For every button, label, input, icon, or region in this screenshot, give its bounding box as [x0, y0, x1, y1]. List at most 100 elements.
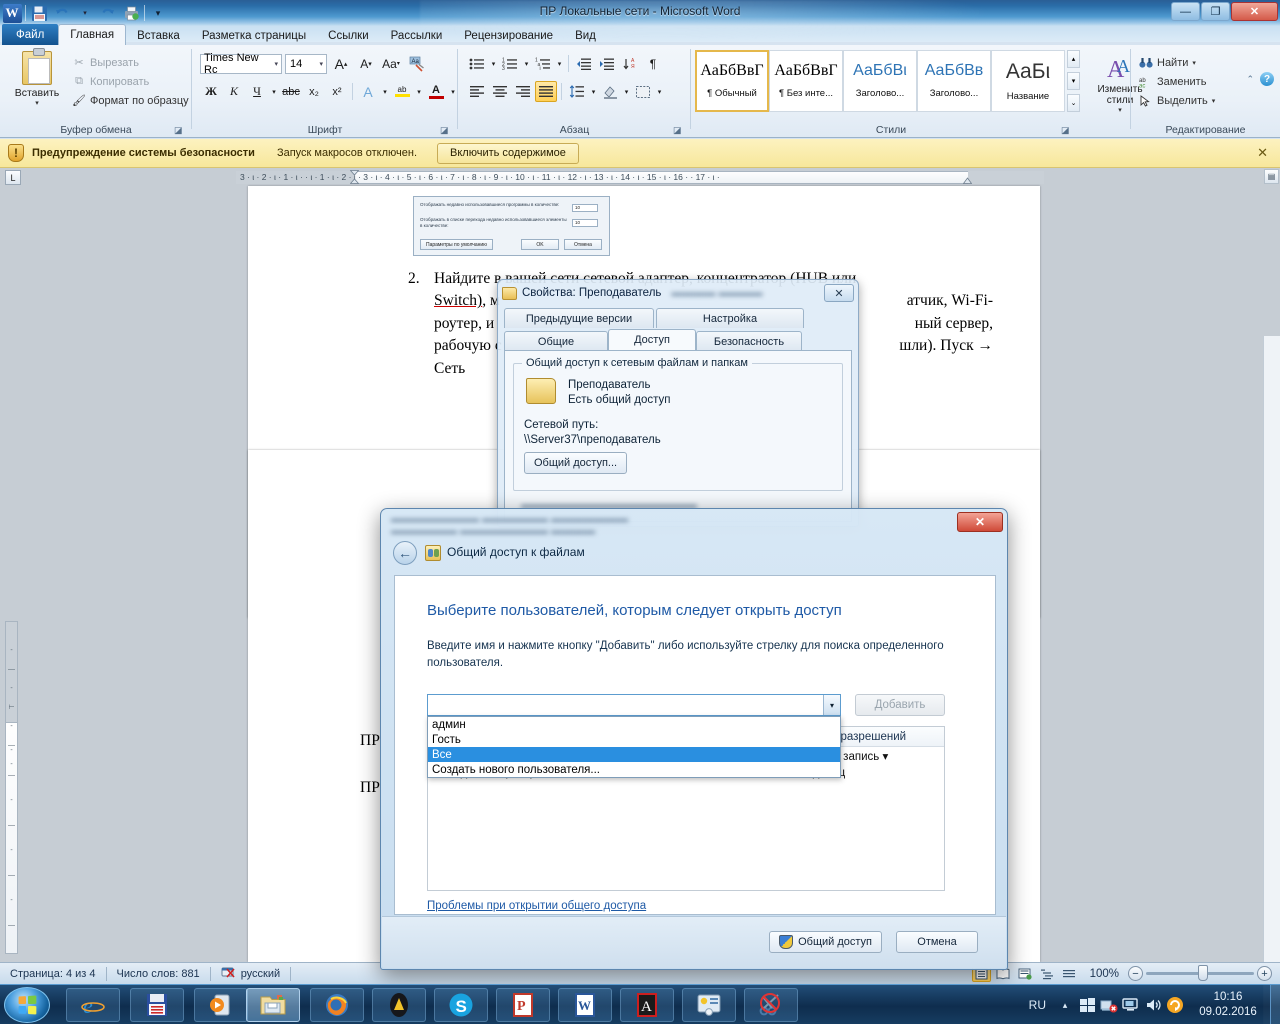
style-item-heading-2[interactable]: АаБбВв Заголово... [917, 50, 991, 112]
line-spacing-dropdown-icon[interactable]: ▾ [589, 81, 598, 102]
align-center-icon[interactable] [489, 81, 511, 102]
volume-icon[interactable] [1142, 994, 1164, 1016]
style-item-title[interactable]: АаБι Название [991, 50, 1065, 112]
underline-button[interactable]: Ч [246, 81, 268, 102]
zoom-in-button[interactable]: + [1257, 966, 1272, 981]
align-right-icon[interactable] [512, 81, 534, 102]
taskbar-item-media-player[interactable] [194, 988, 248, 1022]
zoom-slider[interactable] [1146, 965, 1254, 981]
grow-font-button[interactable]: A ▴ [330, 53, 352, 74]
style-item-heading-1[interactable]: АаБбВι Заголово... [843, 50, 917, 112]
underline-dropdown-icon[interactable]: ▾ [269, 81, 279, 102]
format-painter-button[interactable]: 🖌 Формат по образцу [72, 91, 189, 110]
taskbar-item-settings-app[interactable] [682, 988, 736, 1022]
paste-button[interactable]: Вставить ▾ [14, 48, 60, 107]
font-color-button[interactable]: A [425, 81, 447, 102]
sort-icon[interactable]: АЯ [619, 53, 641, 74]
find-button[interactable]: Найти ▾ [1139, 53, 1215, 72]
styles-more-icon[interactable]: ⌄ [1067, 94, 1080, 112]
close-button[interactable]: ✕ [1231, 2, 1278, 21]
bullet-list-icon[interactable] [466, 53, 488, 74]
language-indicator[interactable]: RU [1021, 998, 1054, 1012]
window-controls[interactable]: — ❐ ✕ [1171, 2, 1278, 21]
ribbon-tabs[interactable]: Файл Главная Вставка Разметка страницы С… [0, 24, 1280, 45]
page-indicator[interactable]: Страница: 4 из 4 [0, 963, 106, 985]
clipboard-dialog-launcher[interactable]: ◪ [174, 125, 184, 135]
first-line-indent-marker[interactable] [349, 170, 360, 184]
add-user-button[interactable]: Добавить [855, 694, 945, 716]
chevron-down-icon[interactable]: ▾ [823, 695, 840, 715]
zoom-out-button[interactable]: − [1128, 966, 1143, 981]
font-size-arrow-icon[interactable]: ▾ [319, 60, 326, 68]
text-effects-dropdown-icon[interactable]: ▾ [380, 81, 390, 102]
copy-button[interactable]: ⧉ Копировать [72, 72, 189, 91]
superscript-button[interactable]: x² [326, 81, 348, 102]
taskbar-item-internet-explorer[interactable]: e [66, 988, 120, 1022]
show-hidden-icons-button[interactable]: ▴ [1054, 994, 1076, 1016]
shrink-font-button[interactable]: A ▾ [355, 53, 377, 74]
borders-icon[interactable] [632, 81, 654, 102]
network-error-icon[interactable] [1098, 994, 1120, 1016]
paragraph-dialog-launcher[interactable]: ◪ [673, 125, 683, 135]
tab-view[interactable]: Вид [564, 26, 607, 45]
font-size-combo[interactable]: 14 ▾ [285, 53, 327, 74]
font-name-arrow-icon[interactable]: ▾ [274, 60, 281, 68]
cancel-button[interactable]: Отмена [896, 931, 978, 953]
taskbar-item-file-explorer[interactable] [246, 988, 300, 1022]
message-bar-close-icon[interactable]: ✕ [1257, 145, 1272, 161]
clock[interactable]: 10:16 09.02.2016 [1186, 990, 1270, 1020]
replace-button[interactable]: ab ac Заменить [1139, 72, 1215, 91]
sharing-problems-link[interactable]: Проблемы при открытии общего доступа [427, 900, 646, 912]
paste-dropdown-icon[interactable]: ▾ [14, 99, 60, 107]
taskbar-item-adobe-acrobat[interactable]: A [620, 988, 674, 1022]
select-button[interactable]: Выделить ▾ [1139, 91, 1215, 110]
subscript-button[interactable]: x₂ [303, 81, 325, 102]
properties-dialog-titlebar[interactable]: Свойства: Преподаватель ▬▬▬▬ ▬▬▬▬ ✕ [498, 280, 858, 306]
vertical-ruler[interactable]: - — - ⊢ - — - - — - — - — - — [0, 186, 22, 962]
dropdown-item-guest[interactable]: Гость [428, 732, 840, 747]
proofing-status[interactable]: русский [211, 963, 290, 985]
properties-close-button[interactable]: ✕ [824, 284, 854, 302]
windows-update-icon[interactable] [1076, 994, 1098, 1016]
clear-formatting-icon[interactable]: Aa [405, 53, 427, 74]
align-left-icon[interactable] [466, 81, 488, 102]
tab-previous-versions[interactable]: Предыдущие версии [504, 308, 654, 328]
numbered-list-icon[interactable]: 123 [499, 53, 521, 74]
styles-dialog-launcher[interactable]: ◪ [1061, 125, 1071, 135]
dropdown-item-everyone[interactable]: Все [428, 747, 840, 762]
taskbar-item-word[interactable]: W [558, 988, 612, 1022]
shading-icon[interactable] [599, 81, 621, 102]
tab-file[interactable]: Файл [2, 24, 59, 45]
borders-dropdown-icon[interactable]: ▾ [655, 81, 664, 102]
tab-selector-button[interactable]: L [5, 170, 21, 185]
taskbar-item-skype[interactable]: S [434, 988, 488, 1022]
tab-customize[interactable]: Настройка [656, 308, 804, 328]
split-document-icon[interactable]: ▤ [1264, 169, 1279, 184]
system-tray[interactable]: RU ▴ 10:16 09.02.2016 [1021, 985, 1280, 1024]
horizontal-ruler[interactable]: L 3 · ι · 2 · ι · 1 · ι · · ι · 1 · ι · … [0, 168, 1280, 186]
styles-scroll-down-icon[interactable]: ▾ [1067, 72, 1080, 90]
numbering-dropdown-icon[interactable]: ▾ [522, 53, 531, 74]
taskbar-item-powerpoint[interactable]: P [496, 988, 550, 1022]
cut-button[interactable]: ✂ Вырезать [72, 53, 189, 72]
web-layout-icon[interactable] [1016, 965, 1035, 982]
tab-home[interactable]: Главная [58, 24, 127, 45]
zoom-level[interactable]: 100% [1090, 968, 1119, 980]
dropdown-item-admin[interactable]: админ [428, 717, 840, 732]
line-spacing-icon[interactable] [566, 81, 588, 102]
tab-review[interactable]: Рецензирование [453, 26, 564, 45]
font-name-combo[interactable]: Times New Rc ▾ [200, 52, 282, 76]
bold-button[interactable]: Ж [200, 81, 222, 102]
dropdown-item-create-new-user[interactable]: Создать нового пользователя... [428, 762, 840, 777]
tab-references[interactable]: Ссылки [317, 26, 380, 45]
outline-icon[interactable] [1038, 965, 1057, 982]
increase-indent-icon[interactable] [596, 53, 618, 74]
back-button[interactable]: ← [393, 541, 417, 565]
style-item-normal[interactable]: АаБбВвГ ¶ Обычный [695, 50, 769, 112]
taskbar-item-snipping-tool[interactable] [744, 988, 798, 1022]
tab-insert[interactable]: Вставка [126, 26, 191, 45]
strikethrough-button[interactable]: abc [280, 81, 302, 102]
show-formatting-marks-icon[interactable]: ¶ [642, 53, 664, 74]
multilevel-dropdown-icon[interactable]: ▾ [555, 53, 564, 74]
tab-security[interactable]: Безопасность [696, 331, 802, 351]
